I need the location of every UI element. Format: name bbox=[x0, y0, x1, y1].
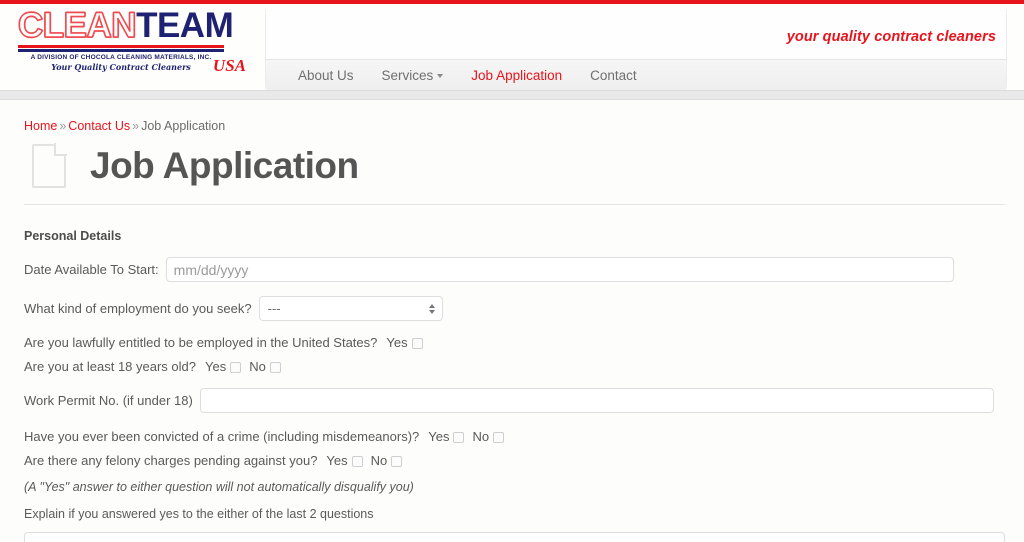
job-application-form: Date Available To Start: What kind of em… bbox=[24, 257, 1024, 542]
explain-textarea[interactable] bbox=[24, 532, 1005, 542]
convicted-no-option: No bbox=[472, 429, 506, 444]
nav-label: Job Application bbox=[471, 68, 563, 83]
convicted-yes-option: Yes bbox=[428, 429, 466, 444]
work-permit-input[interactable] bbox=[199, 388, 994, 413]
breadcrumb-link-contact-us[interactable]: Contact Us bbox=[68, 119, 130, 133]
nav-label: Services bbox=[381, 68, 434, 83]
nav-item-contact[interactable]: Contact bbox=[576, 68, 651, 83]
breadcrumb-separator: » bbox=[132, 119, 140, 133]
page-root: CLEANTEAM A DIVISION OF CHOCOLA CLEANING… bbox=[0, 0, 1024, 542]
breadcrumb-link-home[interactable]: Home bbox=[24, 119, 57, 133]
date-available-input[interactable] bbox=[165, 257, 954, 282]
age-18-yes-checkbox[interactable] bbox=[230, 362, 242, 374]
option-label: No bbox=[370, 453, 388, 468]
row-age-18: Are you at least 18 years old? Yes No bbox=[24, 359, 1024, 374]
section-title-personal-details: Personal Details bbox=[24, 229, 122, 243]
row-work-permit: Work Permit No. (if under 18) bbox=[24, 388, 1024, 413]
nav-label: Contact bbox=[590, 68, 637, 83]
nav-item-services[interactable]: Services bbox=[368, 68, 458, 83]
main-navigation: About Us Services Job Application Contac… bbox=[266, 59, 1006, 91]
lawfully-entitled-label: Are you lawfully entitled to be employed… bbox=[24, 335, 378, 350]
breadcrumb-current: Job Application bbox=[141, 119, 226, 133]
convicted-no-checkbox[interactable] bbox=[493, 432, 505, 444]
row-date-available: Date Available To Start: bbox=[24, 257, 1024, 282]
employment-type-select[interactable]: --- bbox=[258, 296, 443, 321]
employment-type-label: What kind of employment do you seek? bbox=[24, 301, 252, 316]
employment-type-value: --- bbox=[267, 301, 281, 316]
page-header: Job Application bbox=[24, 143, 1024, 188]
age-18-label: Are you at least 18 years old? bbox=[24, 359, 196, 374]
felony-pending-label: Are there any felony charges pending aga… bbox=[24, 453, 318, 468]
option-label: Yes bbox=[428, 429, 450, 444]
nav-item-job-application[interactable]: Job Application bbox=[457, 68, 576, 83]
document-icon bbox=[32, 143, 67, 188]
age-18-no-option: No bbox=[249, 359, 283, 374]
site-header: CLEANTEAM A DIVISION OF CHOCOLA CLEANING… bbox=[0, 4, 1024, 92]
row-lawfully-entitled: Are you lawfully entitled to be employed… bbox=[24, 335, 1024, 350]
page-content: Home» Contact Us» Job Application Job Appl… bbox=[0, 100, 1024, 542]
row-felony-pending: Are there any felony charges pending aga… bbox=[24, 453, 1024, 468]
row-employment-type: What kind of employment do you seek? --- bbox=[24, 296, 1024, 321]
convicted-label: Have you ever been convicted of a crime … bbox=[24, 429, 420, 444]
logo-usa-text: USA bbox=[212, 56, 246, 75]
header-panel: your quality contract cleaners About Us … bbox=[265, 10, 1007, 92]
felony-yes-checkbox[interactable] bbox=[351, 456, 363, 468]
option-label: Yes bbox=[386, 335, 408, 350]
logo-script-line: Your Quality Contract Cleaners bbox=[51, 62, 191, 72]
felony-no-option: No bbox=[371, 453, 405, 468]
option-label: Yes bbox=[205, 359, 227, 374]
option-label: No bbox=[472, 429, 490, 444]
logo-rule-bars bbox=[18, 45, 224, 52]
breadcrumb-separator: » bbox=[59, 119, 67, 133]
logo-wordmark: CLEANTEAM bbox=[17, 6, 240, 45]
chevron-down-icon bbox=[437, 74, 444, 79]
header-slogan: your quality contract cleaners bbox=[786, 29, 996, 45]
nav-label: About Us bbox=[298, 68, 354, 83]
breadcrumb: Home» Contact Us» Job Application bbox=[24, 119, 1024, 133]
explain-label: Explain if you answered yes to the eithe… bbox=[24, 507, 374, 521]
option-label: No bbox=[249, 359, 266, 374]
site-logo[interactable]: CLEANTEAM A DIVISION OF CHOCOLA CLEANING… bbox=[17, 6, 246, 75]
age-18-yes-option: Yes bbox=[205, 359, 243, 374]
lawfully-entitled-yes-checkbox[interactable] bbox=[411, 338, 423, 350]
title-divider bbox=[24, 204, 1005, 205]
row-convicted: Have you ever been convicted of a crime … bbox=[24, 429, 1024, 444]
header-divider-band bbox=[0, 90, 1024, 100]
lawfully-entitled-yes-option: Yes bbox=[386, 335, 424, 350]
convicted-yes-checkbox[interactable] bbox=[453, 432, 465, 444]
nav-item-about-us[interactable]: About Us bbox=[284, 68, 368, 83]
age-18-no-checkbox[interactable] bbox=[269, 362, 281, 374]
page-title: Job Application bbox=[90, 145, 359, 186]
disqualify-disclaimer: (A "Yes" answer to either question will … bbox=[24, 480, 414, 494]
felony-yes-option: Yes bbox=[326, 453, 364, 468]
logo-tagline: A DIVISION OF CHOCOLA CLEANING MATERIALS… bbox=[30, 54, 212, 61]
option-label: Yes bbox=[326, 453, 348, 468]
date-available-label: Date Available To Start: bbox=[24, 262, 159, 277]
work-permit-label: Work Permit No. (if under 18) bbox=[24, 393, 193, 408]
stepper-arrows-icon bbox=[428, 303, 435, 314]
felony-no-checkbox[interactable] bbox=[391, 456, 403, 468]
logo-team-text: TEAM bbox=[136, 6, 234, 45]
logo-clean-text: CLEAN bbox=[17, 6, 137, 45]
